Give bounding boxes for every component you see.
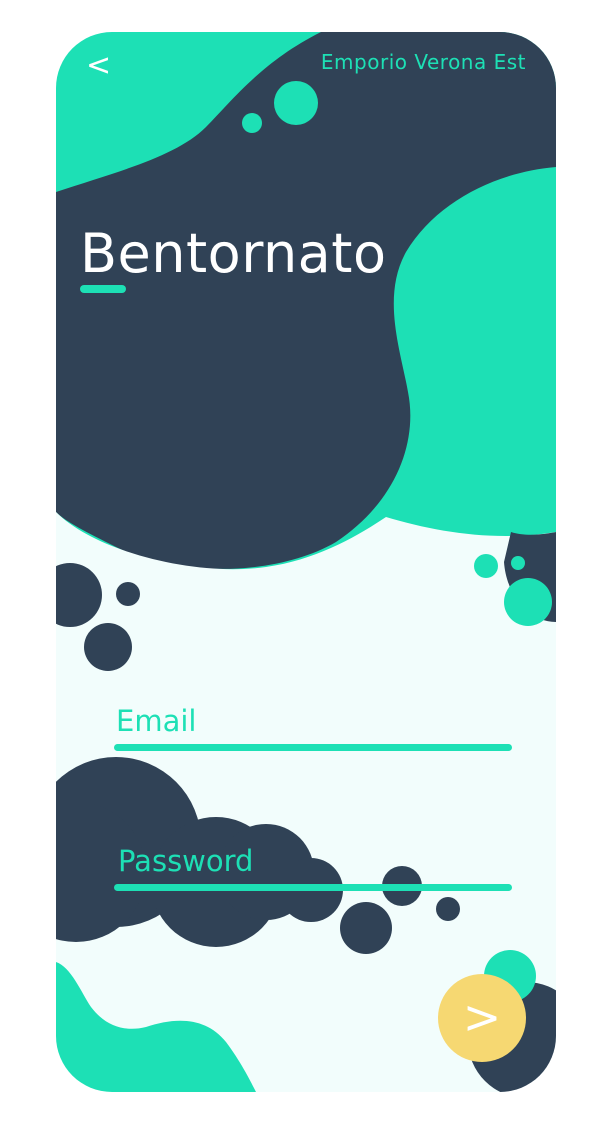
back-button[interactable]: < bbox=[86, 46, 126, 86]
submit-button[interactable]: > bbox=[438, 974, 526, 1062]
deco-circle bbox=[84, 623, 132, 671]
deco-circle bbox=[274, 81, 318, 125]
deco-circle bbox=[511, 556, 525, 570]
deco-circle bbox=[340, 902, 392, 954]
deco-circle bbox=[436, 897, 460, 921]
email-field[interactable] bbox=[114, 706, 516, 744]
email-underline bbox=[114, 744, 512, 751]
store-name: Emporio Verona Est bbox=[320, 50, 526, 74]
welcome-title: Bentornato bbox=[80, 222, 387, 285]
deco-circle bbox=[474, 554, 498, 578]
deco-circle bbox=[116, 582, 140, 606]
password-field[interactable] bbox=[114, 846, 516, 884]
deco-circle bbox=[504, 578, 552, 626]
background-blobs bbox=[56, 32, 556, 1092]
login-screen: < Emporio Verona Est Bentornato Email Pa… bbox=[56, 32, 556, 1092]
password-underline bbox=[114, 884, 512, 891]
title-underline bbox=[80, 285, 126, 293]
deco-circle bbox=[242, 113, 262, 133]
